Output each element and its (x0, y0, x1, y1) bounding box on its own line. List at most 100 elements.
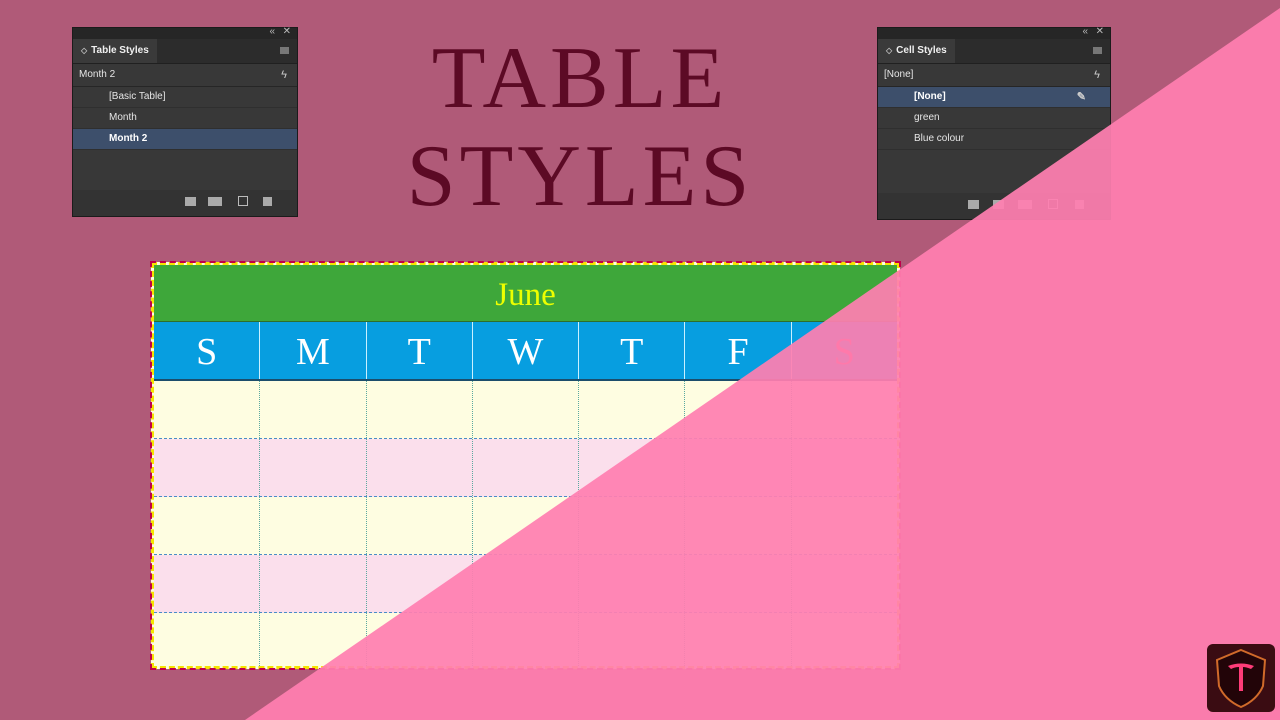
date-cell[interactable] (260, 439, 367, 496)
day-header-cell[interactable]: M (260, 322, 367, 379)
date-cell[interactable] (260, 613, 367, 666)
new-style-icon[interactable] (238, 196, 248, 206)
folder-icon[interactable] (968, 200, 979, 209)
day-header-cell[interactable]: T (579, 322, 686, 379)
date-cell[interactable] (685, 613, 792, 666)
date-cell[interactable] (260, 381, 367, 438)
list-item[interactable]: [Basic Table] (73, 87, 297, 108)
current-style-row: [None] ϟ (878, 64, 1110, 87)
calendar-table[interactable]: June S M T W T F S (150, 261, 901, 670)
date-cell[interactable] (473, 613, 580, 666)
tab-table-styles[interactable]: ◇ Table Styles (73, 39, 157, 63)
tab-label: Cell Styles (896, 45, 947, 56)
panel-titlebar: « ✕ (878, 26, 1110, 39)
table-row (154, 613, 897, 666)
day-header-row: S M T W T F S (154, 322, 897, 381)
date-cell[interactable] (367, 497, 473, 554)
trash-icon[interactable] (1075, 200, 1084, 209)
list-item[interactable]: Blue colour (878, 129, 1110, 150)
date-cell[interactable] (260, 555, 367, 612)
style-label: [Basic Table] (109, 91, 166, 102)
lightning-bolt-icon[interactable]: ϟ (281, 64, 287, 86)
day-header-cell[interactable]: S (154, 322, 261, 379)
table-row (154, 381, 897, 439)
date-cell[interactable] (154, 439, 261, 496)
date-cell[interactable] (579, 381, 686, 438)
channel-logo (1207, 644, 1275, 712)
tab-cell-styles[interactable]: ◇ Cell Styles (878, 39, 955, 63)
tab-label: Table Styles (91, 45, 149, 56)
style-label: Month (109, 112, 137, 123)
list-item[interactable]: green (878, 108, 1110, 129)
date-cell[interactable] (154, 555, 261, 612)
date-cell[interactable] (473, 555, 580, 612)
no-edit-icon: ✎ (1076, 91, 1086, 103)
panel-menu-icon[interactable] (1093, 47, 1102, 54)
date-cell[interactable] (367, 381, 473, 438)
date-cell[interactable] (685, 555, 792, 612)
title-line-2: STYLES (406, 128, 754, 225)
diamond-icon: ◇ (81, 46, 88, 55)
day-header-cell[interactable]: T (367, 322, 473, 379)
date-cell[interactable] (579, 439, 686, 496)
panel-tabs: ◇ Cell Styles (878, 39, 1110, 64)
panel-footer (73, 190, 297, 216)
date-cell[interactable] (473, 381, 580, 438)
date-cell[interactable] (792, 555, 897, 612)
style-label: [None] (914, 91, 946, 102)
panel-menu-icon[interactable] (280, 47, 289, 54)
date-cell[interactable] (579, 555, 686, 612)
close-icon[interactable]: ✕ (1096, 26, 1104, 37)
date-cell[interactable] (473, 497, 580, 554)
cell-styles-panel: « ✕ ◇ Cell Styles [None] ϟ [None] ✎ green… (877, 26, 1111, 220)
day-header-cell[interactable]: S (792, 322, 897, 379)
list-item-selected[interactable]: [None] ✎ (878, 87, 1110, 108)
date-cell[interactable] (154, 381, 261, 438)
new-style-icon[interactable] (1048, 199, 1058, 209)
table-row (154, 439, 897, 497)
date-cell[interactable] (367, 555, 473, 612)
collapse-icon[interactable]: « (1082, 26, 1088, 37)
panel-titlebar: « ✕ (73, 26, 297, 39)
lightning-bolt-icon[interactable]: ϟ (1094, 64, 1100, 86)
table-row (154, 555, 897, 613)
date-cell[interactable] (473, 439, 580, 496)
date-cell[interactable] (792, 381, 897, 438)
date-cell[interactable] (260, 497, 367, 554)
current-style-label: Month 2 (79, 69, 116, 80)
date-cell[interactable] (792, 613, 897, 666)
current-style-label: [None] (884, 69, 914, 80)
clear-overrides-icon[interactable] (993, 200, 1004, 209)
folder-icon[interactable] (185, 197, 196, 206)
page-title: TABLE STYLES (330, 30, 830, 226)
clear-overrides-icon[interactable] (1018, 200, 1032, 209)
date-cell[interactable] (792, 497, 897, 554)
list-item[interactable]: Month (73, 108, 297, 129)
current-style-row: Month 2 ϟ (73, 64, 297, 87)
list-item-selected[interactable]: Month 2 (73, 129, 297, 150)
title-line-1: TABLE (431, 30, 729, 127)
date-cell[interactable] (685, 497, 792, 554)
date-cell[interactable] (367, 439, 473, 496)
date-cell[interactable] (367, 613, 473, 666)
date-cell[interactable] (685, 439, 792, 496)
collapse-icon[interactable]: « (269, 26, 275, 37)
date-cell[interactable] (154, 613, 261, 666)
day-header-cell[interactable]: W (473, 322, 580, 379)
panel-footer (878, 193, 1110, 219)
close-icon[interactable]: ✕ (283, 26, 291, 37)
date-cell[interactable] (154, 497, 261, 554)
day-header-cell[interactable]: F (685, 322, 792, 379)
diamond-icon: ◇ (886, 46, 893, 55)
date-cell[interactable] (792, 439, 897, 496)
style-label: Blue colour (914, 133, 965, 144)
style-label: Month 2 (109, 133, 148, 144)
date-cell[interactable] (579, 497, 686, 554)
month-header-cell[interactable]: June (154, 265, 897, 322)
panel-tabs: ◇ Table Styles (73, 39, 297, 64)
date-cell[interactable] (685, 381, 792, 438)
trash-icon[interactable] (263, 197, 272, 206)
channel-logo-icon (1215, 648, 1267, 709)
date-cell[interactable] (579, 613, 686, 666)
clear-overrides-icon[interactable] (208, 197, 222, 206)
